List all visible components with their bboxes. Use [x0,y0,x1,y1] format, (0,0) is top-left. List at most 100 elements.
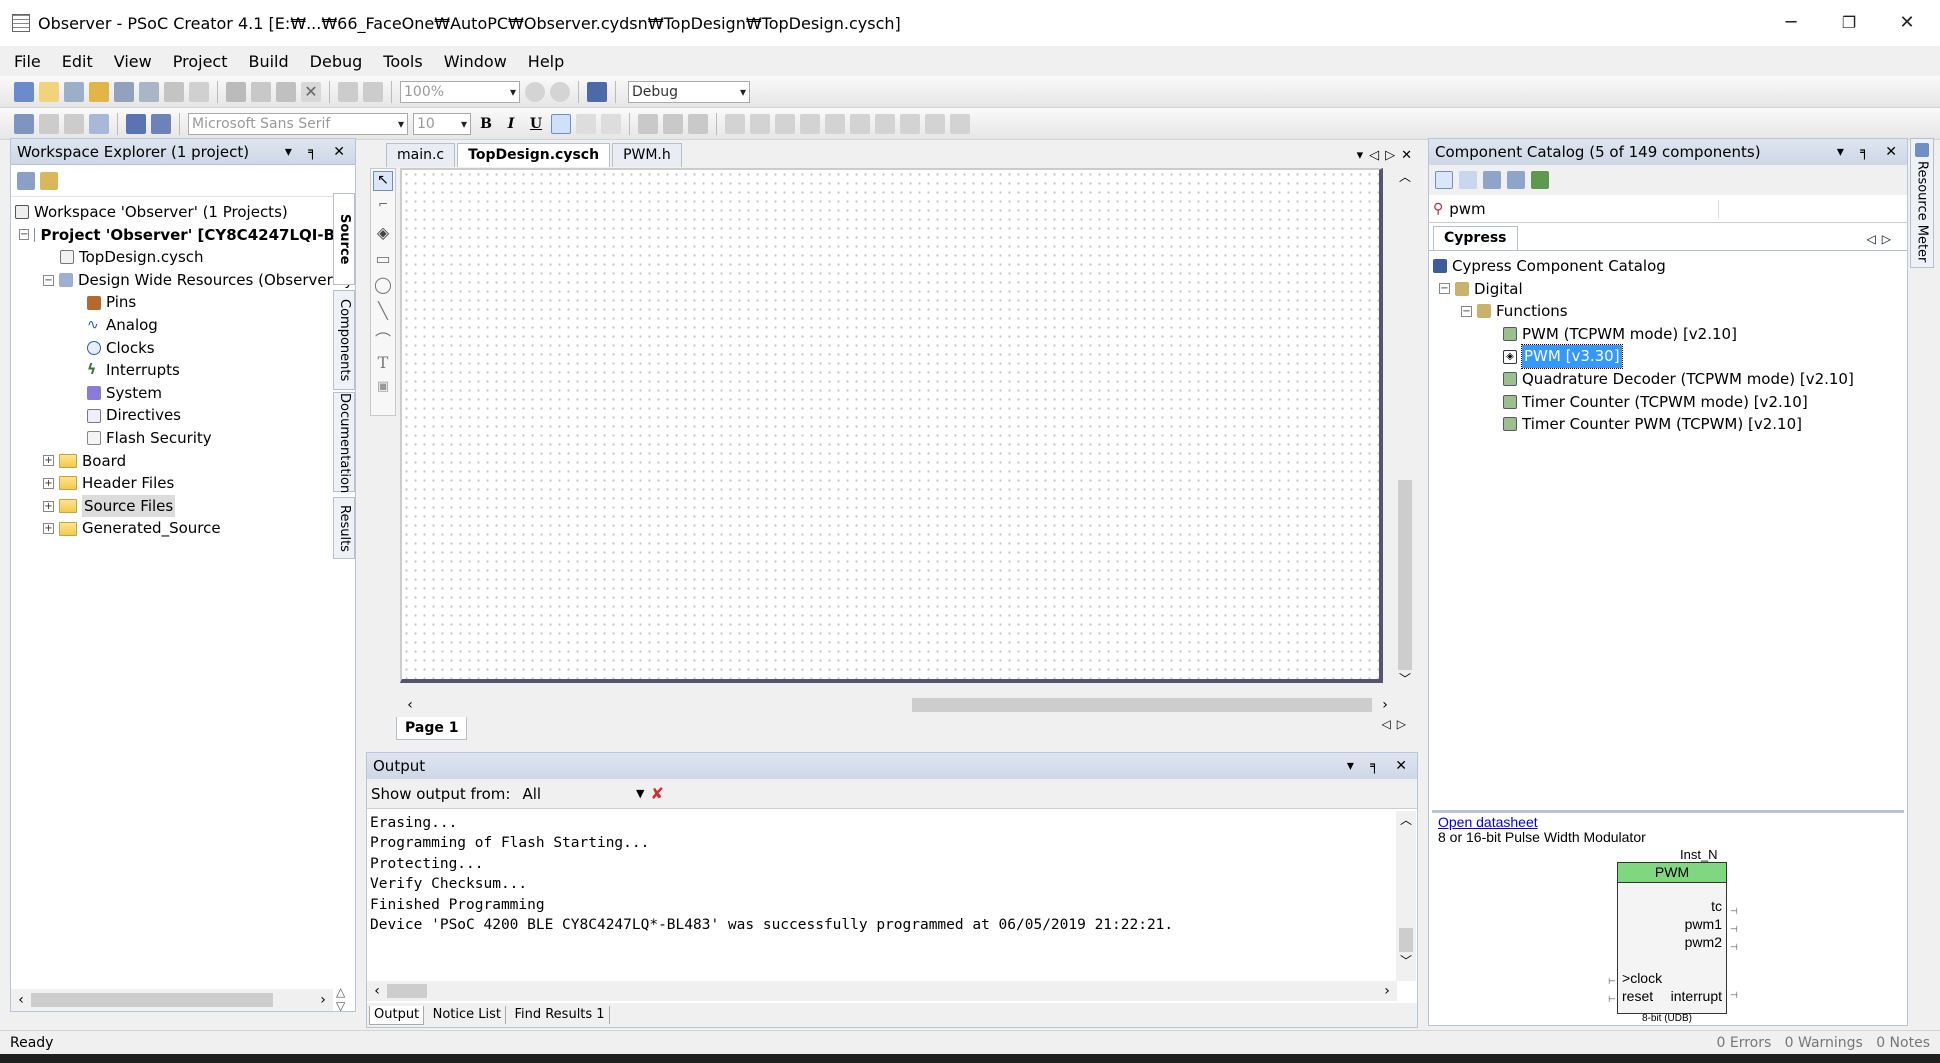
catalog-view-icon[interactable] [1435,171,1453,189]
fill-color-icon[interactable] [688,113,708,134]
tree-item-pins[interactable]: Pins [15,291,355,314]
side-tab-components[interactable]: Components [333,290,355,390]
build-icon[interactable] [39,113,59,134]
tree-item-clocks[interactable]: Clocks [15,337,355,360]
zoom-in-icon[interactable] [525,81,545,102]
clean-icon[interactable] [64,113,84,134]
new-project-icon[interactable] [14,81,34,102]
align-left-icon[interactable] [551,113,571,134]
save-icon[interactable] [114,81,134,102]
italic-button[interactable]: I [501,116,521,132]
scroll-thumb[interactable] [912,698,1372,712]
catalog-item-quadrature[interactable]: Quadrature Decoder (TCPWM mode) [v2.10] [1433,368,1907,391]
underline-button[interactable]: U [526,116,546,132]
bold-button[interactable]: B [476,116,496,132]
menu-debug[interactable]: Debug [310,52,363,71]
menu-help[interactable]: Help [528,52,564,71]
side-tab-results[interactable]: Results [333,497,355,559]
scroll-right-icon[interactable]: › [1375,697,1395,713]
distribute-icon[interactable] [850,113,870,134]
catalog-controls[interactable]: ▾ ╕ ✕ [1837,139,1903,165]
print-icon[interactable] [164,81,184,102]
catalog-item-pwm-v330[interactable]: ◈ PWM [v3.30] [1433,344,1907,369]
select-tool-icon[interactable]: ↖ [373,171,393,191]
tab-main-c[interactable]: main.c [386,143,456,167]
open-icon[interactable] [89,81,109,102]
align-right-icon[interactable] [601,113,621,134]
font-color-icon[interactable] [638,113,658,134]
tree-item-dwr[interactable]: − Design Wide Resources (Observer.cy [15,269,355,292]
program-icon[interactable] [89,113,109,134]
catalog-item-digital[interactable]: − Digital [1433,278,1907,301]
scroll-thumb[interactable] [31,993,273,1007]
output-vscrollbar[interactable]: ︿ ﹀ [1396,811,1416,981]
collapse-icon[interactable]: − [1461,305,1472,317]
attach-icon[interactable] [151,113,171,134]
menu-build[interactable]: Build [248,52,288,71]
add-library-icon[interactable] [1483,171,1501,189]
close-button[interactable]: ✕ [1882,8,1932,38]
catalog-item-functions[interactable]: − Functions [1433,300,1907,323]
remove-library-icon[interactable] [1507,171,1525,189]
zoom-combo[interactable]: 100% [400,80,520,103]
cut-icon[interactable] [226,81,246,102]
menu-edit[interactable]: Edit [62,52,93,71]
new-file-icon[interactable] [39,81,59,102]
update-icon[interactable] [1531,171,1549,189]
tab-topdesign[interactable]: TopDesign.cysch [457,143,611,167]
collapse-icon[interactable]: − [43,274,54,286]
tree-item-generated-source[interactable]: + Generated_Source [15,517,355,540]
clear-output-icon[interactable]: ✘ [650,784,663,803]
flip-icon[interactable] [800,113,820,134]
restore-button[interactable]: ❐ [1824,8,1874,38]
show-all-files-icon[interactable] [40,171,58,190]
editor-tab-controls[interactable]: ▾◁▷✕ [1357,148,1418,163]
zoom-out-icon[interactable] [550,81,570,102]
minimize-button[interactable]: ─ [1766,8,1816,38]
wire-tool-icon[interactable]: ⌐ [373,197,393,217]
rectangle-tool-icon[interactable]: ▭ [373,249,393,269]
workspace-explorer-controls[interactable]: ▾ ╕ ✕ [285,139,351,165]
catalog-item-pwm-tcpwm[interactable]: PWM (TCPWM mode) [v2.10] [1433,323,1907,346]
text-tool-icon[interactable]: T [373,353,393,373]
build-config-combo[interactable]: Debug [628,80,750,103]
search-input[interactable]: pwm [1449,199,1720,218]
scroll-down-icon[interactable]: ﹀ [1395,670,1415,687]
expand-icon[interactable]: + [43,477,54,489]
save-all-icon[interactable] [139,81,159,102]
debug-icon[interactable] [126,113,146,134]
schematic-icon[interactable] [14,113,34,134]
scroll-right-icon[interactable]: › [1377,983,1397,999]
output-controls[interactable]: ▾ ╕ ✕ [1347,753,1413,779]
undo-icon[interactable] [338,81,358,102]
catalog-tab-arrows[interactable]: ◁▷ [1867,232,1897,246]
datasheet-link[interactable]: Open datasheet [1438,815,1904,830]
bring-front-icon[interactable] [750,113,770,134]
menu-project[interactable]: Project [173,52,228,71]
tab-notice-list[interactable]: Notice List [429,1006,507,1024]
resource-meter-tab[interactable]: Resource Meter [1910,138,1934,268]
ungroup-icon[interactable] [950,113,970,134]
tab-find-results[interactable]: Find Results 1 [510,1006,610,1024]
find-icon[interactable] [587,81,607,102]
rotate-icon[interactable] [725,113,745,134]
print-preview-icon[interactable] [189,81,209,102]
catalog-root[interactable]: Cypress Component Catalog [1433,255,1907,278]
tree-item-flash-security[interactable]: Flash Security [15,427,355,450]
mirror-icon[interactable] [875,113,895,134]
tree-item-board[interactable]: + Board [15,450,355,473]
tree-item-directives[interactable]: Directives [15,404,355,427]
tree-item-header-files[interactable]: + Header Files [15,472,355,495]
catalog-item-timer-counter-pwm[interactable]: Timer Counter PWM (TCPWM) [v2.10] [1433,413,1907,436]
align-center-icon[interactable] [576,113,596,134]
arc-tool-icon[interactable]: ⌒ [373,327,393,350]
tree-item-workspace[interactable]: Workspace 'Observer' (1 Projects) [15,201,355,224]
canvas-vscrollbar[interactable]: ︿ ﹀ [1395,168,1415,695]
page-nav-arrows[interactable]: ◁▷ [1382,717,1412,731]
tab-pwm-h[interactable]: PWM.h [612,143,682,167]
expand-icon[interactable]: + [43,523,54,535]
add-item-icon[interactable] [64,81,84,102]
image-tool-icon[interactable]: ▣ [373,379,393,399]
component-tool-icon[interactable]: ◈ [373,223,393,243]
menu-window[interactable]: Window [444,52,507,71]
